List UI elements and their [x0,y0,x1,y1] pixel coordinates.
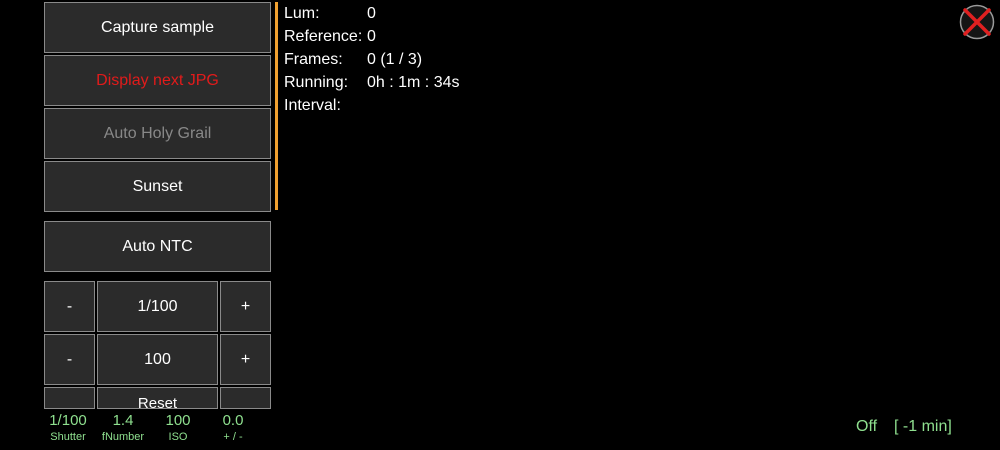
camera-stats-bar: 1/100 Shutter 1.4 fNumber 100 ISO 0.0 + … [40,409,280,450]
ev-stat-label: + / - [223,431,243,443]
shutter-stat-label: Shutter [50,431,86,443]
shutter-value-display[interactable]: 1/100 [97,281,218,332]
info-label: Lum: [284,5,320,22]
reset-row-right-button[interactable] [220,387,271,409]
ramping-offset-text: [ -1 min] [894,418,952,435]
auto-ntc-button[interactable]: Auto NTC [44,221,271,272]
fnumber-stat-label: fNumber [101,431,145,443]
ev-stat-value: 0.0 [222,412,244,429]
iso-value-display[interactable]: 100 [97,334,218,385]
holy-grail-screen: Capture sample Display next JPG Auto Hol… [0,0,1000,450]
sunset-button[interactable]: Sunset [44,161,271,212]
info-value: 0 (1 / 3) [367,51,423,68]
info-value: 0h : 1m : 34s [367,74,460,91]
close-icon [959,4,995,40]
shutter-decrease-button[interactable]: - [44,281,95,332]
fnumber-stat-value: 1.4 [112,412,134,429]
info-label: Reference: [284,28,363,45]
display-next-jpg-button[interactable]: Display next JPG [44,55,271,106]
capture-sample-button[interactable]: Capture sample [44,2,271,53]
reset-button[interactable]: Reset [97,387,218,409]
reset-row-left-button[interactable] [44,387,95,409]
shutter-stat-value: 1/100 [49,412,87,429]
info-label: Interval: [284,97,341,114]
shutter-increase-button[interactable]: + [220,281,271,332]
panel-divider [275,2,278,210]
iso-decrease-button[interactable]: - [44,334,95,385]
close-button[interactable] [959,4,995,40]
info-value: 0 [367,5,376,22]
ramping-state-text: Off [856,418,878,435]
info-label: Running: [284,74,349,91]
iso-stat-label: ISO [168,431,188,443]
iso-increase-button[interactable]: + [220,334,271,385]
info-label: Frames: [284,51,343,68]
iso-stat-value: 100 [165,412,191,429]
auto-holy-grail-button[interactable]: Auto Holy Grail [44,108,271,159]
info-value: 0 [367,28,376,45]
